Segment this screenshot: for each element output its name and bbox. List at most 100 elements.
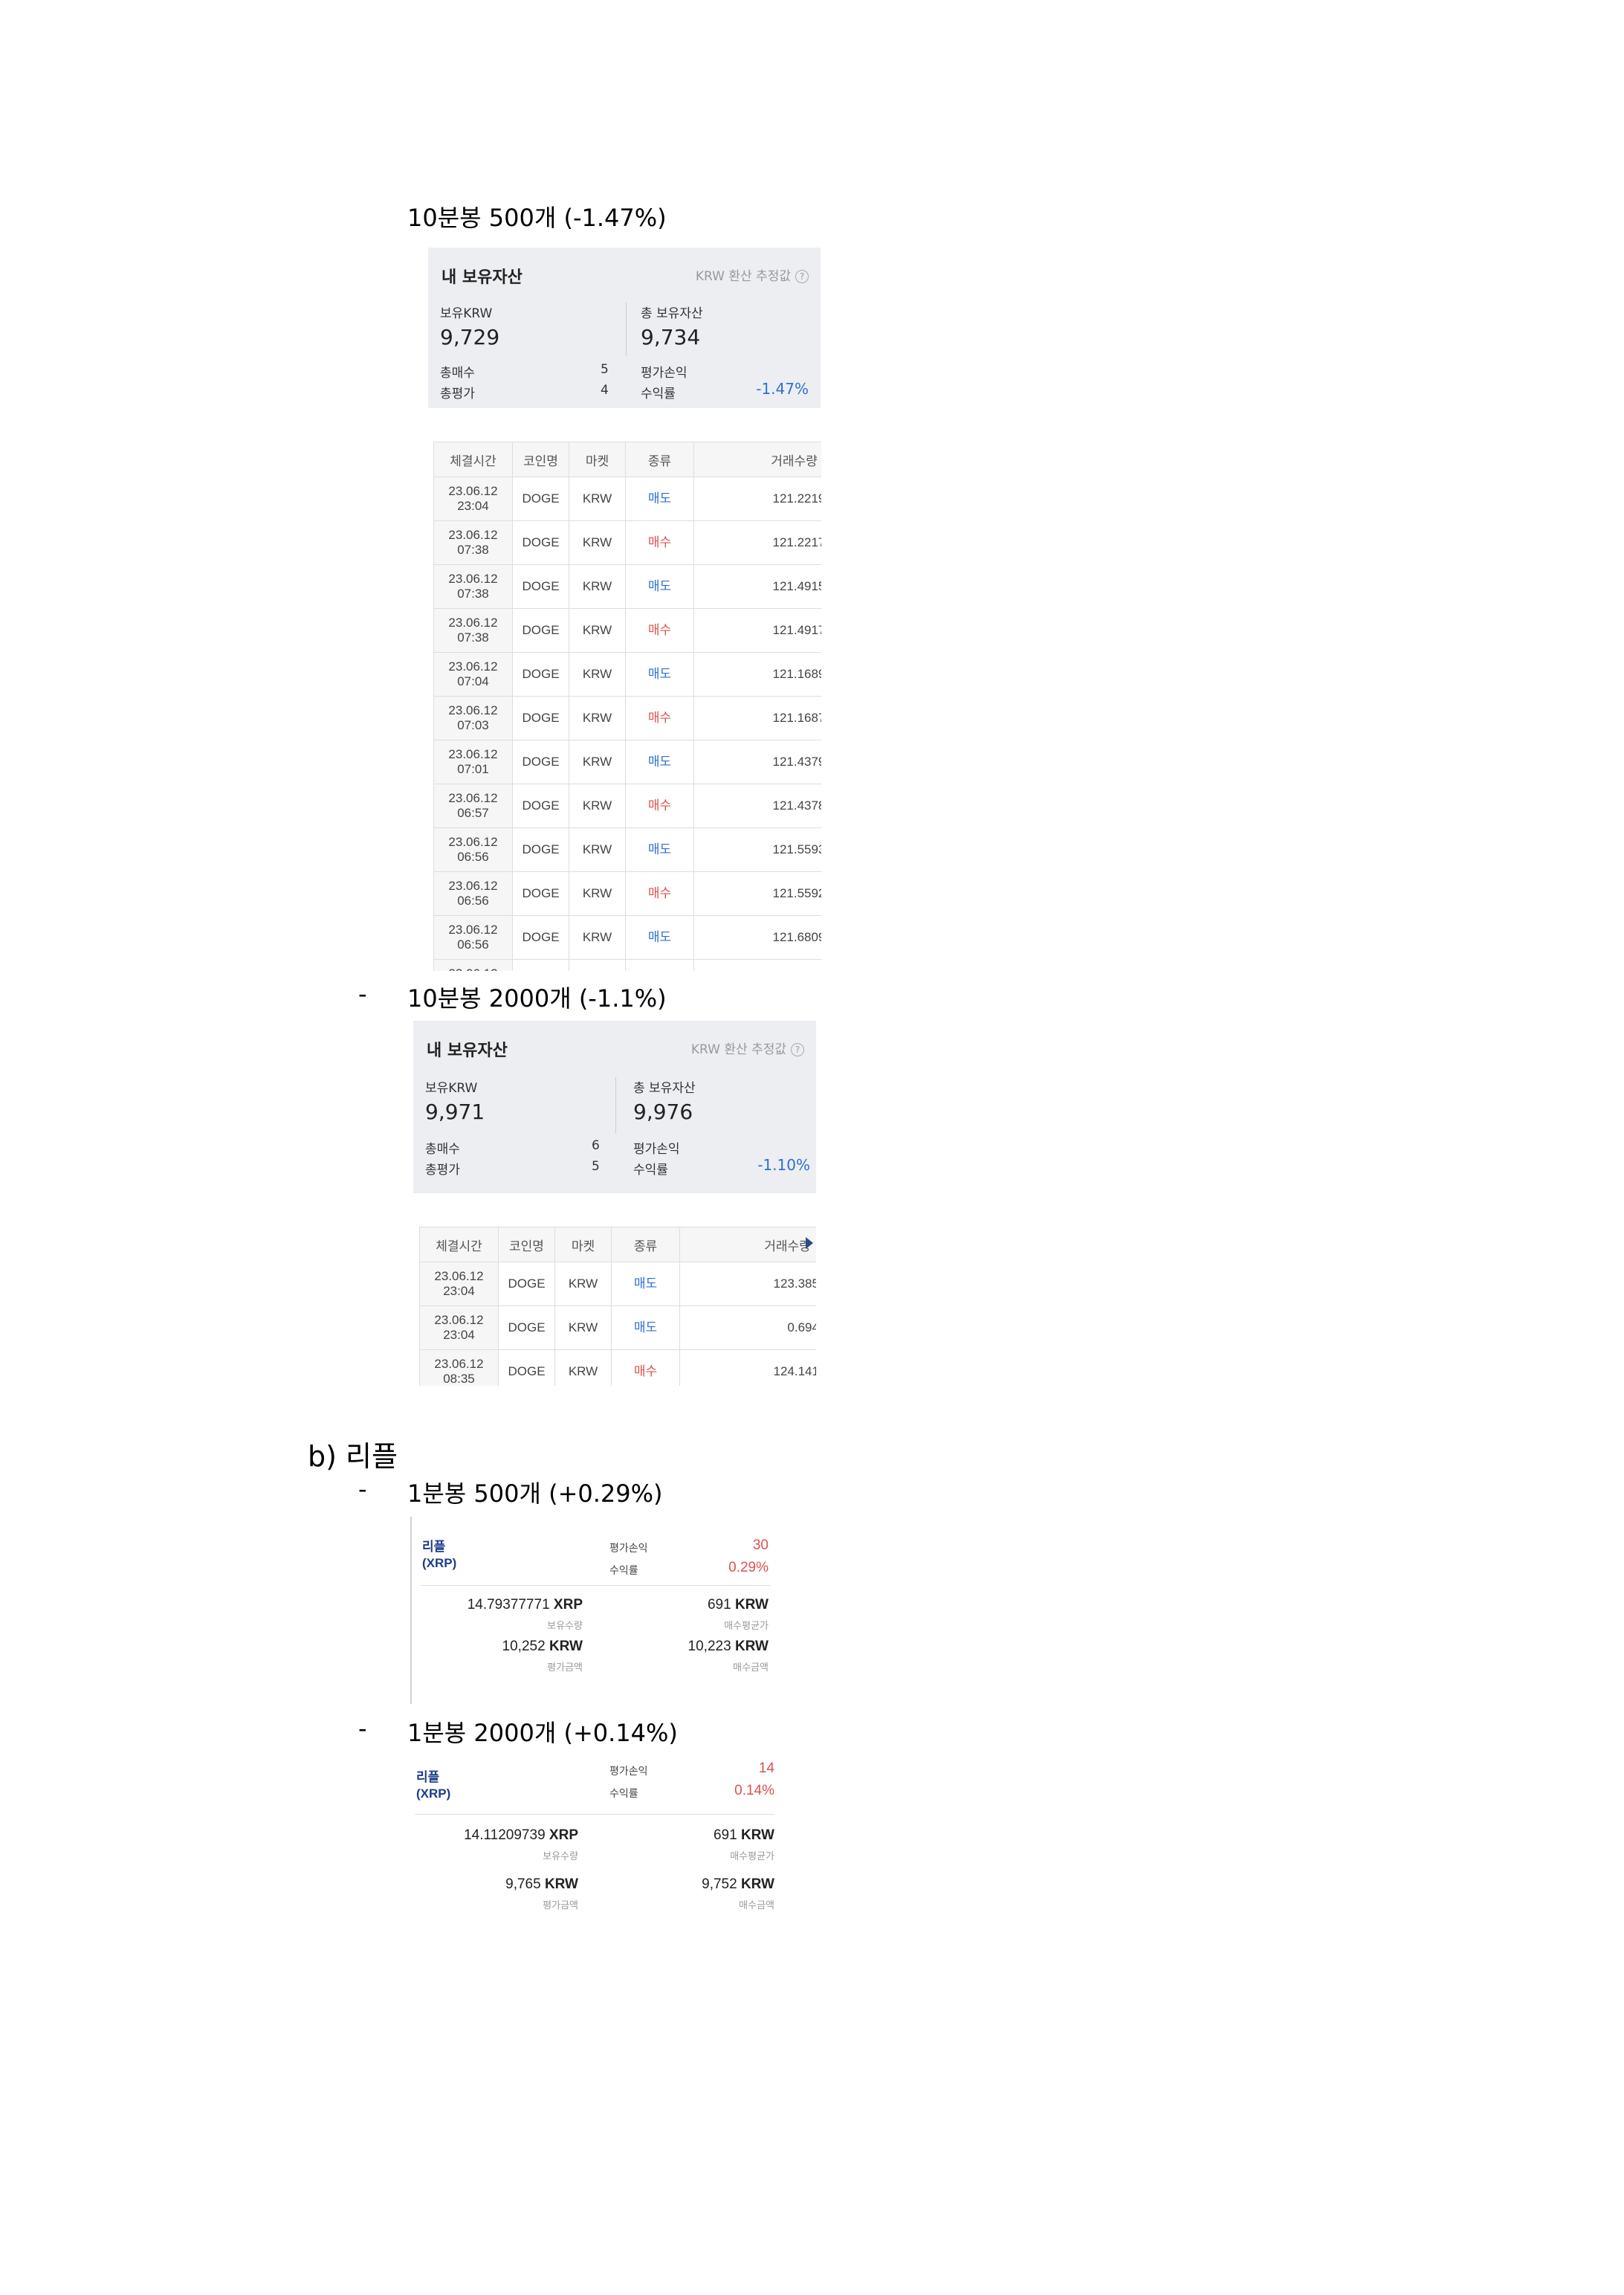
qty-cell: 123.38569966 DOGE <box>679 1262 816 1306</box>
qty-cell: 0.69400000 DOGE <box>679 1305 816 1350</box>
col-header-qty[interactable]: 거래수량 <box>679 1227 816 1262</box>
trade-date: 23.06.12 <box>434 1269 484 1283</box>
market-cell: KRW <box>569 915 626 960</box>
buy-amount-value: 9,752 <box>702 1876 737 1892</box>
return-label: 수익률 <box>641 387 676 401</box>
trade-time: 06:56 <box>457 894 489 908</box>
krw-estimate-note: KRW 환산 추정값? <box>696 265 809 284</box>
trade-date: 23.06.12 <box>434 1357 484 1371</box>
coin-cell: DOGE <box>512 520 569 565</box>
help-icon[interactable]: ? <box>791 1043 804 1056</box>
market-cell: KRW <box>569 608 626 653</box>
time-cell: 23.06.12 06:56 <box>433 871 513 916</box>
scroll-right-icon[interactable] <box>806 1237 813 1249</box>
type-cell: 매수 <box>625 784 694 828</box>
coin-cell: DOGE <box>498 1262 555 1306</box>
divider <box>421 1585 770 1586</box>
qty-cell: 121.16890070 DOGE <box>693 652 821 697</box>
trade-time: 06:56 <box>457 850 489 864</box>
col-header-qty[interactable]: 거래수량 <box>693 442 821 477</box>
coin-cell: DOGE <box>512 871 569 916</box>
estimate-note-text: KRW 환산 추정값 <box>695 269 791 284</box>
coin-cell: DOGE <box>512 740 569 784</box>
market-cell: KRW <box>554 1262 612 1306</box>
table-row[interactable]: 23.06.1206:56DOGEKRW매도121.68090742 DOGE <box>433 915 821 960</box>
trade-date: 23.06.12 <box>448 703 498 717</box>
coin-cell: DOGE <box>512 827 569 872</box>
trade-date: 23.06.12 <box>448 791 498 805</box>
eval-pl-value: 14 <box>758 1760 774 1776</box>
col-header-time[interactable]: 체결시간 <box>433 442 513 477</box>
table-row[interactable]: 23.06.1207:01DOGEKRW매도121.43790971 DOGE <box>433 740 821 784</box>
table-row[interactable]: 23.06.1206:56DOGEKRW매도121.55934704 DOGE <box>433 827 821 872</box>
asset-panel-500: 내 보유자산 KRW 환산 추정값? 보유KRW 9,729 총 보유자산 9,… <box>428 248 821 408</box>
section-heading-doge-2000: 10분봉 2000개 (-1.1%) <box>407 984 667 1013</box>
asset-panel-2000: 내 보유자산 KRW 환산 추정값? 보유KRW 9,971 총 보유자산 9,… <box>413 1021 816 1193</box>
col-header-type[interactable]: 종류 <box>625 442 694 477</box>
col-header-market[interactable]: 마켓 <box>569 442 626 477</box>
time-cell: 23.06.12 23:04 <box>419 1262 499 1306</box>
market-cell: KRW <box>569 959 626 971</box>
market-cell: KRW <box>554 1349 612 1386</box>
divider <box>626 303 627 356</box>
return-value: -1.47% <box>756 380 809 398</box>
time-cell: 23.06.12 07:01 <box>433 740 513 784</box>
market-cell: KRW <box>569 827 626 872</box>
market-cell: KRW <box>569 784 626 828</box>
table-row[interactable]: 23.06.1206:54DOGEKRW매수121.74177831 DOGE <box>433 959 821 971</box>
table-row[interactable]: 23.06.1208:35DOGEKRW매수124.14177055 DOGE <box>419 1349 816 1386</box>
help-icon[interactable]: ? <box>795 270 809 283</box>
time-cell: 23.06.12 07:04 <box>433 652 513 697</box>
col-header-market[interactable]: 마켓 <box>554 1227 612 1262</box>
table-row[interactable]: 23.06.1207:04DOGEKRW매도121.16890070 DOGE <box>433 652 821 697</box>
type-cell: 매도 <box>625 564 694 609</box>
col-header-type[interactable]: 종류 <box>611 1227 680 1262</box>
type-cell: 매수 <box>611 1349 680 1386</box>
trade-date: 23.06.12 <box>448 923 498 937</box>
table-row[interactable]: 23.06.1223:04DOGEKRW매도0.69400000 DOGE <box>419 1305 816 1350</box>
trade-time: 23:04 <box>443 1328 475 1342</box>
col-header-coin[interactable]: 코인명 <box>512 442 569 477</box>
list-dash: - <box>358 980 367 1008</box>
time-cell: 23.06.12 23:04 <box>419 1305 499 1350</box>
qty-cell: 124.14177055 DOGE <box>679 1349 816 1386</box>
coin-cell: DOGE <box>512 564 569 609</box>
total-assets-label: 총 보유자산 <box>641 306 703 321</box>
col-header-coin[interactable]: 코인명 <box>498 1227 555 1262</box>
table-row[interactable]: 23.06.1207:38DOGEKRW매도121.49157085 DOGE <box>433 564 821 609</box>
coin-name: 리플 (XRP) <box>416 1770 451 1801</box>
trade-time: 23:04 <box>443 1284 475 1298</box>
eval-pl-label: 평가손익 <box>641 366 688 381</box>
table-row[interactable]: 23.06.1207:38DOGEKRW매수121.22176650 DOGE <box>433 520 821 565</box>
col-header-time[interactable]: 체결시간 <box>419 1227 499 1262</box>
held-krw-label: 보유KRW <box>440 306 493 321</box>
market-cell: KRW <box>569 740 626 784</box>
avg-price-unit: KRW <box>734 1597 769 1613</box>
eval-amount-unit: KRW <box>544 1876 578 1892</box>
trade-time: 07:03 <box>457 718 489 732</box>
type-cell: 매수 <box>625 608 694 653</box>
avg-price: 691 KRW <box>708 1597 769 1613</box>
buy-amount: 10,223 KRW <box>688 1639 769 1655</box>
list-dash: - <box>358 1475 367 1503</box>
trade-time: 07:38 <box>457 543 489 557</box>
type-cell: 매수 <box>625 696 694 740</box>
holding-qty-value: 14.11209739 <box>464 1827 546 1843</box>
table-row[interactable]: 23.06.1207:38DOGEKRW매수121.49173227 DOGE <box>433 608 821 653</box>
total-assets-value: 9,734 <box>641 325 701 349</box>
qty-cell: 121.43790971 DOGE <box>693 740 821 784</box>
holding-qty-label: 보유수량 <box>543 1850 578 1862</box>
trade-date: 23.06.12 <box>448 572 498 586</box>
type-cell: 매도 <box>611 1305 680 1350</box>
eval-amount-label: 평가금액 <box>543 1899 578 1911</box>
qty-cell: 121.55928623 DOGE <box>693 871 821 916</box>
qty-cell: 121.49173227 DOGE <box>693 608 821 653</box>
holding-qty: 14.11209739 XRP <box>464 1827 578 1844</box>
table-row[interactable]: 23.06.1223:04DOGEKRW매도123.38569966 DOGE <box>419 1262 816 1306</box>
trade-table-2000-wrap: 체결시간 코인명 마켓 종류 거래수량 23.06.12 23:04 DOGE KRW… <box>419 1227 816 1386</box>
table-row[interactable]: 23.06.1206:56DOGEKRW매수121.55928623 DOGE <box>433 871 821 916</box>
table-row[interactable]: 23.06.1207:03DOGEKRW매수121.16876613 DOGE <box>433 696 821 740</box>
table-row[interactable]: 23.06.1223:04DOGEKRW매도121.22190140 DOGE <box>433 477 821 521</box>
table-row[interactable]: 23.06.1206:57DOGEKRW매수121.43784896 DOGE <box>433 784 821 828</box>
market-cell: KRW <box>569 477 626 521</box>
